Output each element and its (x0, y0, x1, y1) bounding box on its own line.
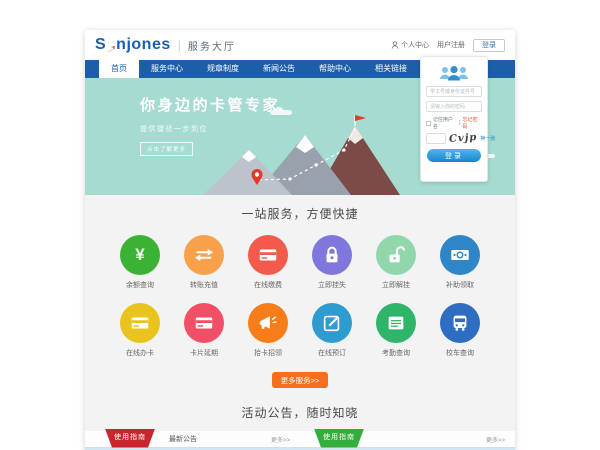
change-captcha-link[interactable]: 换一张 (480, 135, 495, 142)
user-register-link[interactable]: 用户注册 (437, 40, 465, 50)
username-input[interactable] (426, 86, 482, 97)
nav-item-news[interactable]: 新闻公告 (251, 60, 307, 78)
mountains-illustration (195, 110, 405, 195)
page: S njones | 服务大厅 个人中心 用户注册 登录 首页 (0, 0, 600, 450)
nav-item-rules[interactable]: 规章制度 (195, 60, 251, 78)
logo[interactable]: S njones (95, 36, 171, 54)
lock-icon (321, 244, 343, 266)
service-cancel-loss[interactable]: 立即解挂 (371, 235, 421, 290)
remember-separator: | (459, 120, 460, 126)
captcha-input[interactable] (426, 133, 446, 144)
remember-checkbox[interactable] (426, 121, 431, 126)
bank-card-icon (257, 244, 279, 266)
tab-latest-announcements[interactable]: 最新公告 (169, 434, 197, 444)
schedule-icon (385, 312, 407, 334)
notice-tab-bar: 使用指南 最新公告 更多>> 使用指南 更多>> (85, 431, 515, 448)
site-container: S njones | 服务大厅 个人中心 用户注册 登录 首页 (85, 30, 515, 450)
logo-text-prefix: S (95, 36, 106, 54)
remember-row: 记住用户名 | 忘记密码 (426, 116, 482, 130)
transfer-arrows-icon (193, 244, 215, 266)
bus-icon (449, 312, 471, 334)
tab-usage-guide-left[interactable]: 使用指南 (105, 429, 155, 448)
password-input[interactable] (426, 101, 482, 112)
personal-center-link[interactable]: 个人中心 (391, 40, 429, 50)
unlock-icon (385, 244, 407, 266)
more-link-left[interactable]: 更多>> (271, 435, 290, 444)
service-school-bus-inquiry[interactable]: 校车查询 (435, 303, 485, 358)
service-lost-card-claim[interactable]: 拾卡招领 (243, 303, 293, 358)
service-online-payment[interactable]: 在线缴费 (243, 235, 293, 290)
nav-item-home[interactable]: 首页 (99, 60, 139, 78)
notice-title: 活动公告，随时知晓 (85, 404, 515, 421)
service-online-booking[interactable]: 在线预订 (307, 303, 357, 358)
services-section: 一站服务，方便快捷 ¥ 余额查询 转账充值 在线缴费 立即挂失 (85, 195, 515, 388)
service-balance-inquiry[interactable]: ¥ 余额查询 (115, 235, 165, 290)
bank-card-icon (129, 312, 151, 334)
services-title: 一站服务，方便快捷 (85, 205, 515, 222)
nav-item-help-center[interactable]: 帮助中心 (307, 60, 363, 78)
notice-section: 活动公告，随时知晓 使用指南 最新公告 更多>> 使用指南 更多>> (85, 388, 515, 448)
tab-usage-guide-right[interactable]: 使用指南 (314, 429, 364, 448)
services-row-1: ¥ 余额查询 转账充值 在线缴费 立即挂失 立即解挂 (85, 235, 515, 290)
megaphone-icon (257, 312, 279, 334)
services-row-2: 在线办卡 卡片延期 拾卡招领 在线预订 考勤查询 (85, 303, 515, 358)
banknote-icon (449, 244, 471, 266)
more-services-button[interactable]: 更多服务>> (272, 372, 328, 388)
service-card-extension[interactable]: 卡片延期 (179, 303, 229, 358)
person-icon (391, 41, 399, 49)
users-group-icon (438, 65, 470, 82)
logo-text-suffix: njones (116, 36, 171, 54)
service-subsidy-collect[interactable]: 补助领取 (435, 235, 485, 290)
login-submit-button[interactable]: 登录 (427, 149, 481, 162)
service-online-card-apply[interactable]: 在线办卡 (115, 303, 165, 358)
yen-icon: ¥ (135, 245, 144, 265)
captcha-row: Cvjp 换一张 (426, 133, 482, 144)
logo-arrow-icon (106, 41, 115, 50)
nav-item-links[interactable]: 相关链接 (363, 60, 419, 78)
login-panel: 登录 记住用户名 | 忘记密码 Cvjp 换一张 (420, 56, 488, 182)
forgot-password-link[interactable]: 忘记密码 (463, 116, 482, 130)
header-right: 个人中心 用户注册 登录 (391, 39, 505, 52)
hero-banner: 你身边的卡管专家 提供捷径一步到位 点击了解更多 (85, 78, 515, 195)
bank-card-icon (193, 312, 215, 334)
header-login-button[interactable]: 登录 (473, 39, 505, 52)
more-link-right[interactable]: 更多>> (486, 435, 505, 444)
header-divider: | (178, 38, 181, 52)
captcha-image[interactable]: Cvjp (449, 132, 478, 145)
edit-icon (321, 312, 343, 334)
service-report-loss[interactable]: 立即挂失 (307, 235, 357, 290)
remember-label: 记住用户名 (433, 116, 457, 130)
service-transfer-recharge[interactable]: 转账充值 (179, 235, 229, 290)
user-register-label: 用户注册 (437, 40, 465, 50)
service-attendance-inquiry[interactable]: 考勤查询 (371, 303, 421, 358)
personal-center-label: 个人中心 (401, 40, 429, 50)
notice-panel-left: 使用指南 最新公告 更多>> (85, 431, 300, 448)
nav-item-service-center[interactable]: 服务中心 (139, 60, 195, 78)
notice-panel-right: 使用指南 更多>> (300, 431, 515, 448)
hero-cta-button[interactable]: 点击了解更多 (140, 142, 193, 156)
site-name: 服务大厅 (188, 38, 236, 53)
cloud-icon (270, 110, 292, 115)
